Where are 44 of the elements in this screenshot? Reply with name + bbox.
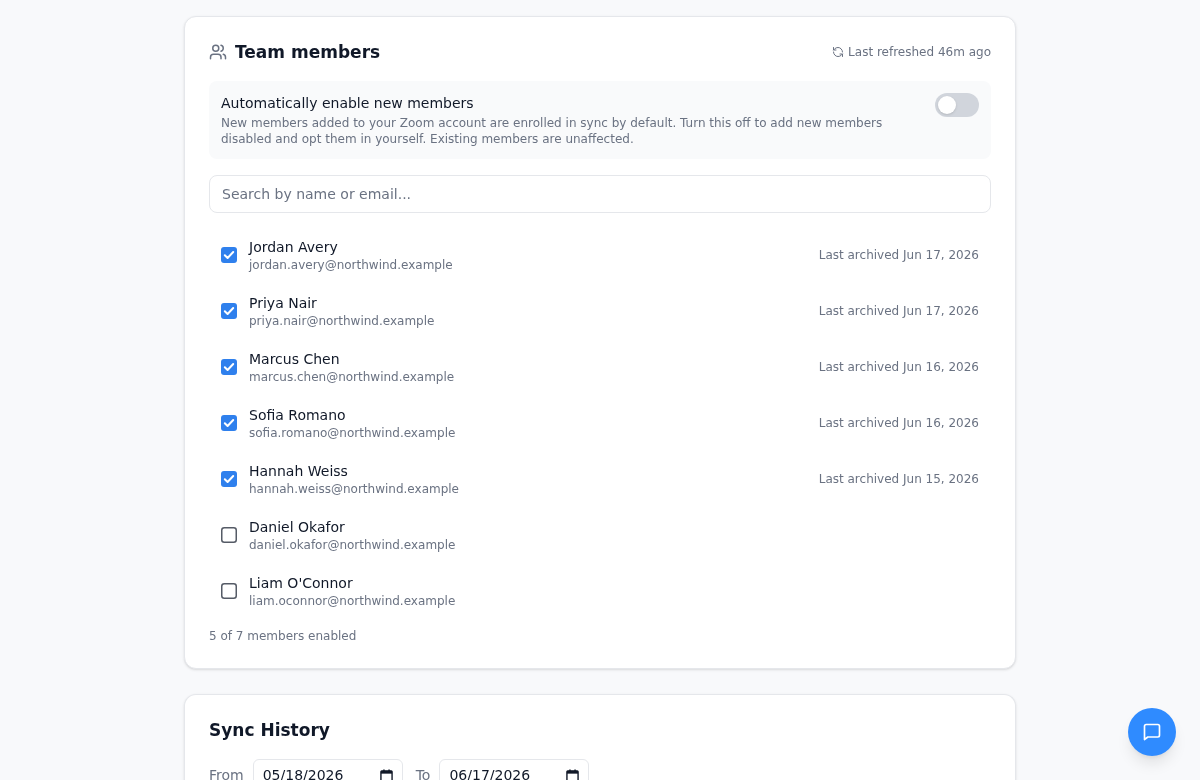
last-archived-text: Last archived Jun 17, 2026: [818, 247, 979, 263]
search-field[interactable]: Search by name or email...: [209, 175, 991, 213]
chat-bubble-icon: [1142, 722, 1162, 742]
member-name: Liam O'Connor: [249, 574, 354, 593]
last-archived-text: Last archived Jun 16, 2026: [818, 415, 979, 431]
member-email: daniel.okafor@northwind.example: [249, 537, 457, 553]
checkbox[interactable]: [221, 303, 237, 319]
card-title: Team members: [235, 41, 381, 63]
checkbox[interactable]: [221, 415, 237, 431]
date-field[interactable]: 05/18/2026: [252, 759, 403, 780]
member-email: marcus.chen@northwind.example: [249, 369, 456, 385]
checkbox[interactable]: [221, 359, 237, 375]
members-summary: 5 of 7 members enabled: [209, 628, 358, 644]
member-name: Priya Nair: [249, 294, 318, 313]
member-name: Jordan Avery: [249, 238, 339, 257]
member-name: Hannah Weiss: [249, 462, 349, 481]
refresh-icon: [832, 46, 845, 58]
date-label: To: [415, 766, 431, 780]
checkbox[interactable]: [221, 471, 237, 487]
member-email: liam.oconnor@northwind.example: [249, 593, 457, 609]
checkbox[interactable]: [221, 583, 237, 599]
date-label: From: [209, 766, 244, 780]
last-archived-text: Last archived Jun 15, 2026: [818, 471, 979, 487]
checkbox[interactable]: [221, 247, 237, 263]
setting-label: Automatically enable new members: [221, 94, 475, 113]
chat-button[interactable]: [1128, 708, 1176, 756]
users-icon: [209, 43, 227, 61]
checkbox[interactable]: [221, 527, 237, 543]
setting-description: New members added to your Zoom account are enrolled in sync by default. Turn this off to add new members disabled and opt them in yourself. Existing members are unaffected.: [221, 115, 884, 147]
member-name: Daniel Okafor: [249, 518, 346, 537]
member-name: Sofia Romano: [249, 406, 347, 425]
member-email: jordan.avery@northwind.example: [249, 257, 454, 273]
calendar-icon[interactable]: [566, 768, 580, 780]
member-email: hannah.weiss@northwind.example: [249, 481, 460, 497]
last-archived-text: Last archived Jun 17, 2026: [818, 303, 979, 319]
last-refreshed-text: Last refreshed 46m ago: [848, 44, 991, 60]
member-email: sofia.romano@northwind.example: [249, 425, 457, 441]
calendar-icon[interactable]: [379, 768, 393, 780]
member-email: priya.nair@northwind.example: [249, 313, 436, 329]
date-field[interactable]: 06/17/2026: [439, 759, 590, 780]
card-title: Sync History: [209, 719, 331, 741]
toggle-switch[interactable]: [935, 93, 979, 117]
last-archived-text: Last archived Jun 16, 2026: [818, 359, 979, 375]
member-name: Marcus Chen: [249, 350, 341, 369]
